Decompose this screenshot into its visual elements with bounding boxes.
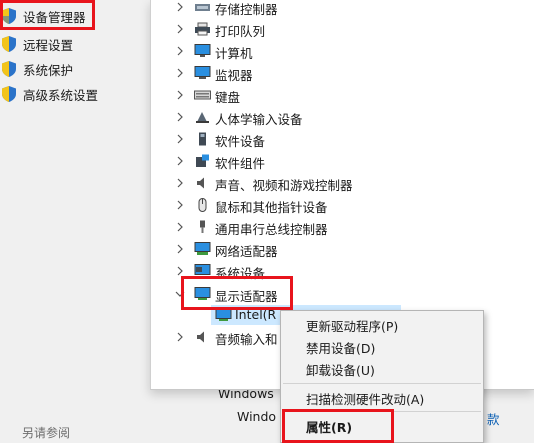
network-icon bbox=[194, 242, 211, 255]
software-device-icon bbox=[199, 132, 206, 146]
usb-icon bbox=[200, 220, 205, 233]
menu-properties[interactable]: 属性(R) bbox=[281, 415, 483, 437]
tree-category-label: 显示适配器 bbox=[215, 289, 278, 304]
tree-category-label: 鼠标和其他指针设备 bbox=[215, 200, 328, 215]
tree-category-label: 计算机 bbox=[215, 46, 253, 61]
menu-uninstall-device[interactable]: 卸载设备(U) bbox=[281, 358, 483, 380]
behind-window-text: Windo bbox=[237, 409, 277, 424]
menu-update-driver[interactable]: 更新驱动程序(P) bbox=[281, 314, 483, 336]
monitor-icon bbox=[194, 66, 211, 79]
tree-category-label: 声音、视频和游戏控制器 bbox=[215, 178, 353, 193]
tree-category[interactable]: 鼠标和其他指针设备 bbox=[151, 194, 534, 216]
tree-category-label: 人体学输入设备 bbox=[215, 112, 303, 127]
tree-category[interactable]: 人体学输入设备 bbox=[151, 106, 534, 128]
tree-category-label: 通用串行总线控制器 bbox=[215, 222, 328, 237]
shield-icon bbox=[2, 61, 16, 77]
tree-category-label: 监视器 bbox=[215, 68, 253, 83]
nav-item-label: 系统保护 bbox=[23, 62, 74, 78]
printer-icon bbox=[195, 22, 210, 36]
nav-advanced-system-settings[interactable]: 高级系统设置 bbox=[2, 83, 98, 105]
tree-category-label: 系统设备 bbox=[215, 266, 266, 281]
chevron-right-icon[interactable] bbox=[175, 68, 185, 78]
tree-category[interactable]: 计算机 bbox=[151, 40, 534, 62]
chevron-right-icon[interactable] bbox=[175, 244, 185, 254]
tree-category[interactable]: 软件组件 bbox=[151, 150, 534, 172]
device-context-menu: 更新驱动程序(P) 禁用设备(D) 卸载设备(U) 扫描检测硬件改动(A) 属性… bbox=[280, 310, 484, 443]
tree-category[interactable]: 键盘 bbox=[151, 84, 534, 106]
nav-system-protection[interactable]: 系统保护 bbox=[2, 58, 73, 80]
tree-category-label: 音频输入和 bbox=[215, 332, 278, 347]
display-adapter-icon bbox=[194, 287, 211, 300]
chevron-right-icon[interactable] bbox=[175, 332, 185, 342]
storage-icon bbox=[195, 4, 210, 11]
chevron-right-icon[interactable] bbox=[175, 266, 185, 276]
system-left-nav: 设备管理器 远程设置 系统保护 高级系统设置 另请参阅 bbox=[0, 0, 150, 443]
shield-icon bbox=[2, 86, 16, 102]
nav-device-manager[interactable]: 设备管理器 bbox=[2, 5, 86, 27]
software-component-icon bbox=[196, 154, 209, 167]
tree-category-display-adapters[interactable]: 显示适配器 bbox=[151, 283, 534, 305]
chevron-right-icon[interactable] bbox=[175, 112, 185, 122]
chevron-right-icon[interactable] bbox=[175, 200, 185, 210]
chevron-right-icon[interactable] bbox=[175, 24, 185, 34]
nav-remote-settings[interactable]: 远程设置 bbox=[2, 33, 73, 55]
tree-category-label: 网络适配器 bbox=[215, 244, 278, 259]
nav-item-label: 高级系统设置 bbox=[23, 87, 99, 103]
chevron-right-icon[interactable] bbox=[175, 90, 185, 100]
menu-disable-device[interactable]: 禁用设备(D) bbox=[281, 336, 483, 358]
chevron-right-icon[interactable] bbox=[175, 178, 185, 188]
tree-category-label: 打印队列 bbox=[215, 24, 266, 39]
shield-icon bbox=[2, 8, 16, 24]
menu-separator bbox=[283, 383, 481, 384]
system-device-icon bbox=[194, 264, 211, 275]
tree-category[interactable]: 存储控制器 bbox=[151, 0, 534, 18]
behind-window-link[interactable]: 款 bbox=[487, 409, 500, 428]
computer-icon bbox=[194, 44, 211, 57]
tree-category[interactable]: 声音、视频和游戏控制器 bbox=[151, 172, 534, 194]
tree-category[interactable]: 系统设备 bbox=[151, 260, 534, 282]
speaker-icon bbox=[197, 177, 204, 189]
nav-item-label: 远程设置 bbox=[23, 37, 74, 53]
tree-category[interactable]: 软件设备 bbox=[151, 128, 534, 150]
chevron-right-icon[interactable] bbox=[175, 222, 185, 232]
chevron-right-icon[interactable] bbox=[175, 156, 185, 166]
tree-category-label: 键盘 bbox=[215, 90, 241, 105]
see-also-heading: 另请参阅 bbox=[22, 426, 71, 440]
display-adapter-icon bbox=[215, 308, 232, 321]
nav-item-label: 设备管理器 bbox=[23, 9, 86, 25]
hid-icon bbox=[196, 112, 209, 123]
tree-category-label: 存储控制器 bbox=[215, 2, 278, 17]
audio-input-icon bbox=[197, 331, 204, 343]
keyboard-icon bbox=[194, 90, 211, 100]
chevron-down-icon[interactable] bbox=[175, 289, 185, 299]
tree-category-label: 软件设备 bbox=[215, 134, 266, 149]
shield-icon bbox=[2, 36, 16, 52]
menu-scan-hardware-changes[interactable]: 扫描检测硬件改动(A) bbox=[281, 387, 483, 409]
mouse-icon bbox=[198, 198, 207, 212]
chevron-right-icon[interactable] bbox=[175, 2, 185, 12]
tree-category[interactable]: 监视器 bbox=[151, 62, 534, 84]
chevron-right-icon[interactable] bbox=[175, 134, 185, 144]
menu-separator bbox=[283, 411, 481, 412]
tree-device-label: Intel(R bbox=[235, 307, 277, 322]
tree-category[interactable]: 通用串行总线控制器 bbox=[151, 216, 534, 238]
chevron-right-icon[interactable] bbox=[175, 46, 185, 56]
tree-category[interactable]: 打印队列 bbox=[151, 18, 534, 40]
tree-category-label: 软件组件 bbox=[215, 156, 266, 171]
tree-category[interactable]: 网络适配器 bbox=[151, 238, 534, 260]
